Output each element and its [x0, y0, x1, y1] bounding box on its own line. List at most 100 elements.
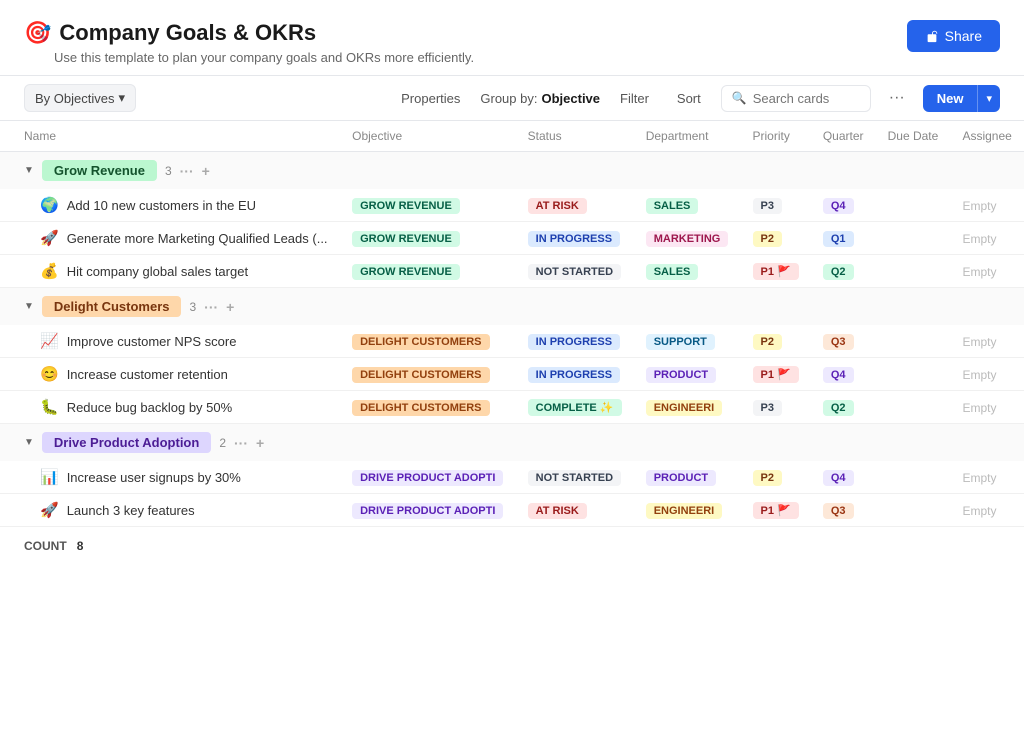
app-icon: 🎯	[24, 20, 51, 46]
quarter-badge: Q4	[823, 470, 854, 486]
objective-badge: GROW REVENUE	[352, 264, 460, 280]
new-button[interactable]: New	[923, 85, 978, 112]
cell-name: 🚀 Launch 3 key features	[0, 494, 340, 527]
cell-due-date	[876, 222, 951, 255]
row-name: Improve customer NPS score	[67, 334, 237, 349]
group-row-drive-product-adoption: ▼ Drive Product Adoption 2 ··· +	[0, 424, 1024, 462]
table-row[interactable]: 📊 Increase user signups by 30% DRIVE PRO…	[0, 461, 1024, 494]
assignee-value: Empty	[962, 471, 996, 485]
cell-department: ENGINEERI	[634, 391, 741, 424]
table-row[interactable]: 😊 Increase customer retention DELIGHT CU…	[0, 358, 1024, 391]
cell-due-date	[876, 358, 951, 391]
quarter-badge: Q4	[823, 367, 854, 383]
group-add-grow-revenue[interactable]: +	[202, 163, 210, 179]
status-badge: IN PROGRESS	[528, 231, 620, 247]
row-name: Increase user signups by 30%	[67, 470, 241, 485]
share-button[interactable]: Share	[907, 20, 1000, 52]
filter-button[interactable]: Filter	[612, 87, 657, 110]
objective-badge: GROW REVENUE	[352, 198, 460, 214]
main-table: Name Objective Status Department Priorit…	[0, 121, 1024, 565]
cell-assignee: Empty	[950, 255, 1024, 288]
objective-badge: GROW REVENUE	[352, 231, 460, 247]
quarter-badge: Q2	[823, 400, 854, 416]
cell-priority: P1 🚩	[741, 358, 811, 391]
quarter-badge: Q1	[823, 231, 854, 247]
cell-priority: P1 🚩	[741, 255, 811, 288]
group-count-drive-product-adoption: 2	[219, 436, 226, 450]
group-more-drive-product-adoption[interactable]: ···	[234, 435, 248, 451]
cell-quarter: Q3	[811, 325, 876, 358]
col-assignee: Assignee	[950, 121, 1024, 152]
view-label: By Objectives	[35, 91, 114, 106]
row-icon: 🌍	[40, 196, 59, 214]
group-chevron-drive-product-adoption[interactable]: ▼	[24, 437, 34, 448]
table-row[interactable]: 🚀 Launch 3 key features DRIVE PRODUCT AD…	[0, 494, 1024, 527]
cell-quarter: Q2	[811, 391, 876, 424]
view-selector[interactable]: By Objectives ▾	[24, 84, 136, 112]
cell-department: ENGINEERI	[634, 494, 741, 527]
sort-button[interactable]: Sort	[669, 87, 709, 110]
group-more-grow-revenue[interactable]: ···	[180, 163, 194, 179]
cell-name: 🚀 Generate more Marketing Qualified Lead…	[0, 222, 340, 255]
row-icon: 🐛	[40, 398, 59, 416]
row-icon: 🚀	[40, 501, 59, 519]
search-box[interactable]: 🔍	[721, 85, 871, 112]
table-row[interactable]: 🐛 Reduce bug backlog by 50% DELIGHT CUST…	[0, 391, 1024, 424]
cell-name: 🌍 Add 10 new customers in the EU	[0, 189, 340, 222]
page-subtitle: Use this template to plan your company g…	[54, 50, 474, 65]
cell-due-date	[876, 255, 951, 288]
priority-badge: P2	[753, 231, 782, 247]
cell-status: NOT STARTED	[516, 255, 634, 288]
department-badge: MARKETING	[646, 231, 729, 247]
cell-due-date	[876, 494, 951, 527]
row-name: Increase customer retention	[67, 367, 228, 382]
cell-status: IN PROGRESS	[516, 325, 634, 358]
cell-department: PRODUCT	[634, 358, 741, 391]
cell-status: AT RISK	[516, 189, 634, 222]
app-container: 🎯 Company Goals & OKRs Use this template…	[0, 0, 1024, 734]
cell-due-date	[876, 391, 951, 424]
assignee-value: Empty	[962, 199, 996, 213]
status-badge: AT RISK	[528, 198, 587, 214]
cell-assignee: Empty	[950, 494, 1024, 527]
status-badge: AT RISK	[528, 503, 587, 519]
group-more-delight-customers[interactable]: ···	[204, 299, 218, 315]
cell-name: 📈 Improve customer NPS score	[0, 325, 340, 358]
group-chevron-delight-customers[interactable]: ▼	[24, 301, 34, 312]
cell-name: 📊 Increase user signups by 30%	[0, 461, 340, 494]
group-chevron-grow-revenue[interactable]: ▼	[24, 165, 34, 176]
cell-quarter: Q2	[811, 255, 876, 288]
group-add-drive-product-adoption[interactable]: +	[256, 435, 264, 451]
assignee-value: Empty	[962, 232, 996, 246]
table-row[interactable]: 💰 Hit company global sales target GROW R…	[0, 255, 1024, 288]
table-row[interactable]: 🚀 Generate more Marketing Qualified Lead…	[0, 222, 1024, 255]
department-badge: PRODUCT	[646, 470, 716, 486]
objective-badge: DRIVE PRODUCT ADOPTI	[352, 470, 503, 486]
row-icon: 📈	[40, 332, 59, 350]
cell-status: IN PROGRESS	[516, 358, 634, 391]
cell-priority: P3	[741, 391, 811, 424]
priority-badge: P1 🚩	[753, 502, 799, 519]
cell-objective: DELIGHT CUSTOMERS	[340, 391, 516, 424]
new-button-dropdown[interactable]: ▾	[977, 85, 1000, 112]
group-by-value[interactable]: Objective	[541, 91, 600, 106]
cell-due-date	[876, 325, 951, 358]
cell-quarter: Q4	[811, 461, 876, 494]
properties-button[interactable]: Properties	[393, 87, 468, 110]
header: 🎯 Company Goals & OKRs Use this template…	[0, 0, 1024, 75]
table-row[interactable]: 📈 Improve customer NPS score DELIGHT CUS…	[0, 325, 1024, 358]
cell-priority: P2	[741, 461, 811, 494]
cell-department: MARKETING	[634, 222, 741, 255]
assignee-value: Empty	[962, 504, 996, 518]
cell-objective: GROW REVENUE	[340, 255, 516, 288]
search-input[interactable]	[753, 91, 860, 106]
table-row[interactable]: 🌍 Add 10 new customers in the EU GROW RE…	[0, 189, 1024, 222]
cell-name: 💰 Hit company global sales target	[0, 255, 340, 288]
more-options-button[interactable]: ···	[883, 87, 911, 109]
count-value: 8	[77, 539, 84, 553]
quarter-badge: Q4	[823, 198, 854, 214]
priority-badge: P1 🚩	[753, 263, 799, 280]
group-add-delight-customers[interactable]: +	[226, 299, 234, 315]
group-by-prefix: Group by:	[480, 91, 537, 106]
cell-objective: DELIGHT CUSTOMERS	[340, 325, 516, 358]
